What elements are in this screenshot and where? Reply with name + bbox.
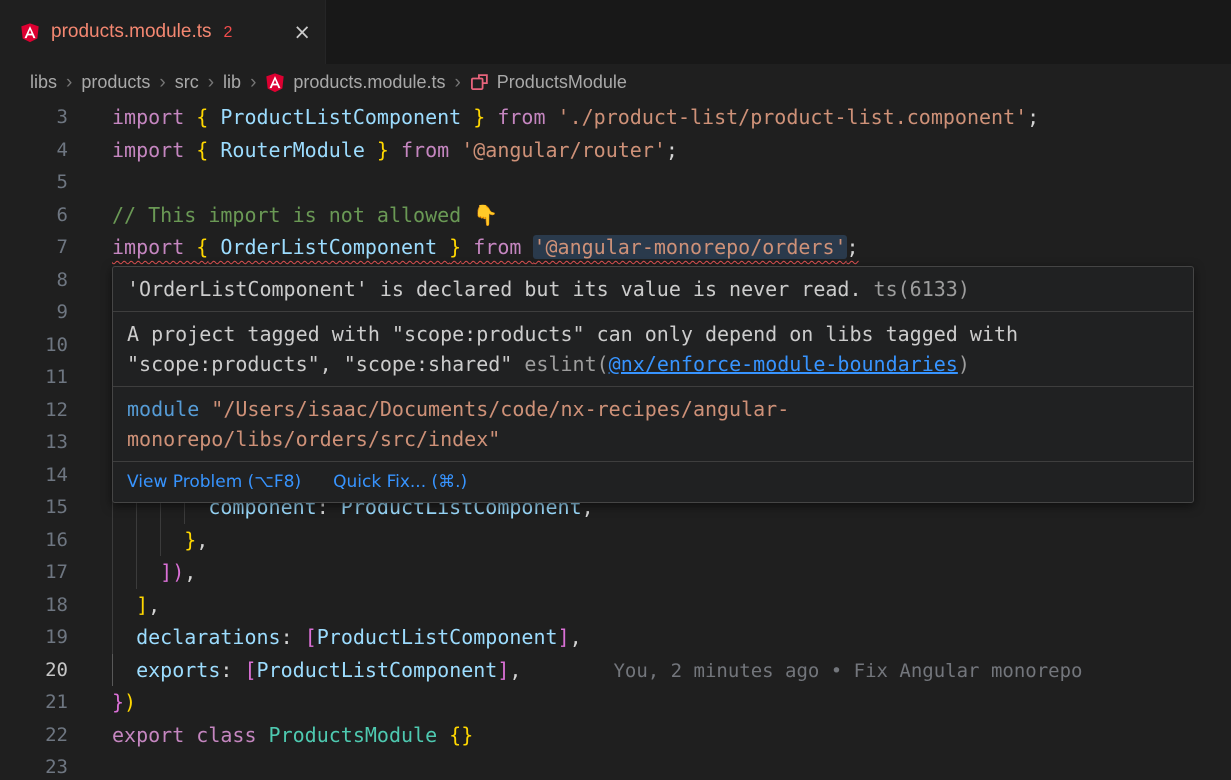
line-number[interactable]: 6 [0, 199, 68, 232]
tab-products-module[interactable]: products.module.ts 2 × [0, 0, 326, 64]
code-content: ], [112, 589, 1231, 622]
code-line[interactable]: 5 [0, 166, 1231, 199]
breadcrumb-item-lib[interactable]: lib [223, 72, 241, 93]
code-content: export class ProductsModule {} [112, 719, 1231, 752]
line-number[interactable]: 16 [0, 524, 68, 557]
code-content: // This import is not allowed 👇 [112, 199, 1231, 232]
code-line[interactable]: 21}) [0, 686, 1231, 719]
code-line[interactable]: 22 export class ProductsModule {} [0, 719, 1231, 752]
chevron-right-icon: › [250, 72, 256, 94]
indent-guide [136, 524, 137, 557]
line-number[interactable]: 15 [0, 491, 68, 524]
indent-guide [136, 556, 137, 589]
line-number[interactable]: 8 [0, 264, 68, 297]
code-content [112, 166, 1231, 199]
code-line[interactable]: 3 import { ProductListComponent } from '.… [0, 101, 1231, 134]
code-line[interactable]: 6 // This import is not allowed 👇 [0, 199, 1231, 232]
code-content: declarations: [ProductListComponent], [112, 621, 1231, 654]
indent-guide [112, 589, 113, 622]
code-content: import { RouterModule } from '@angular/r… [112, 134, 1231, 167]
code-content: }) [112, 686, 1231, 719]
chevron-right-icon: › [66, 72, 72, 94]
code-line[interactable]: 19 declarations: [ProductListComponent], [0, 621, 1231, 654]
breadcrumb-label: ProductsModule [497, 72, 627, 93]
view-problem-action[interactable]: View Problem (⌥F8) [127, 469, 301, 495]
line-number[interactable]: 3 [0, 101, 68, 134]
breadcrumb-label: lib [223, 72, 241, 93]
line-number[interactable]: 20 [0, 654, 68, 687]
breadcrumb-item-products-module-ts[interactable]: products.module.ts [265, 72, 445, 93]
indent-guide [112, 654, 113, 687]
code-line[interactable]: 20 exports: [ProductListComponent],You, … [0, 654, 1231, 687]
eslint-rule-link[interactable]: @nx/enforce-module-boundaries [609, 352, 958, 376]
line-number[interactable]: 19 [0, 621, 68, 654]
editor[interactable]: 3 import { ProductListComponent } from '.… [0, 101, 1231, 780]
chevron-right-icon: › [208, 72, 214, 94]
line-number[interactable]: 21 [0, 686, 68, 719]
code-content: exports: [ProductListComponent],You, 2 m… [112, 654, 1231, 687]
code-content: ]), [112, 556, 1231, 589]
breadcrumb-label: products [81, 72, 150, 93]
indent-guide [112, 524, 113, 557]
breadcrumb-item-libs[interactable]: libs [30, 72, 57, 93]
breadcrumb: libs › products › src › lib › products.module.ts… [0, 64, 1231, 101]
tab-error-badge: 2 [224, 24, 233, 42]
line-number[interactable]: 14 [0, 459, 68, 492]
tab-title: products.module.ts [51, 21, 212, 43]
indent-guide [160, 524, 161, 557]
line-number[interactable]: 18 [0, 589, 68, 622]
breadcrumb-label: libs [30, 72, 57, 93]
code-line[interactable]: 7 import { OrderListComponent } from '@an… [0, 231, 1231, 264]
code-line[interactable]: 17 ]), [0, 556, 1231, 589]
hover-message: A project tagged with "scope:products" c… [113, 312, 1193, 387]
line-number[interactable]: 12 [0, 394, 68, 427]
line-number[interactable]: 9 [0, 296, 68, 329]
line-number[interactable]: 11 [0, 361, 68, 394]
code-content [112, 751, 1231, 780]
code-content: import { ProductListComponent } from './… [112, 101, 1231, 134]
line-number[interactable]: 13 [0, 426, 68, 459]
hover-message: module "/Users/isaac/Documents/code/nx-r… [113, 387, 1193, 462]
code-line[interactable]: 18 ], [0, 589, 1231, 622]
indent-guide [112, 556, 113, 589]
code-line[interactable]: 4 import { RouterModule } from '@angular/… [0, 134, 1231, 167]
close-icon[interactable]: × [293, 20, 311, 44]
chevron-right-icon: › [454, 72, 460, 94]
hover-status-bar: View Problem (⌥F8) Quick Fix... (⌘.) [113, 462, 1193, 502]
hover-popup: 'OrderListComponent' is declared but its… [112, 266, 1194, 503]
line-number[interactable]: 4 [0, 134, 68, 167]
angular-icon [265, 72, 285, 93]
line-number[interactable]: 17 [0, 556, 68, 589]
indent-guide [112, 621, 113, 654]
breadcrumb-label: products.module.ts [293, 72, 445, 93]
line-number[interactable]: 10 [0, 329, 68, 362]
git-blame-annotation: You, 2 minutes ago • Fix Angular monorep… [613, 660, 1082, 682]
error-squiggle: import { OrderListComponent } from '@ang… [112, 235, 859, 259]
line-number[interactable]: 23 [0, 751, 68, 780]
class-symbol-icon [470, 73, 489, 92]
breadcrumb-item-src[interactable]: src [175, 72, 199, 93]
code-line[interactable]: 23 [0, 751, 1231, 780]
breadcrumb-item-products[interactable]: products [81, 72, 150, 93]
quick-fix-action[interactable]: Quick Fix... (⌘.) [333, 469, 467, 495]
line-number[interactable]: 22 [0, 719, 68, 752]
breadcrumb-item-productsmodule[interactable]: ProductsModule [470, 72, 627, 93]
hover-message: 'OrderListComponent' is declared but its… [113, 267, 1193, 312]
code-content: import { OrderListComponent } from '@ang… [112, 231, 1231, 264]
line-number[interactable]: 5 [0, 166, 68, 199]
code-content: }, [112, 524, 1231, 557]
code-line[interactable]: 16 }, [0, 524, 1231, 557]
chevron-right-icon: › [159, 72, 165, 94]
breadcrumb-label: src [175, 72, 199, 93]
tab-bar: products.module.ts 2 × [0, 0, 1231, 64]
angular-icon [20, 22, 40, 43]
line-number[interactable]: 7 [0, 231, 68, 264]
